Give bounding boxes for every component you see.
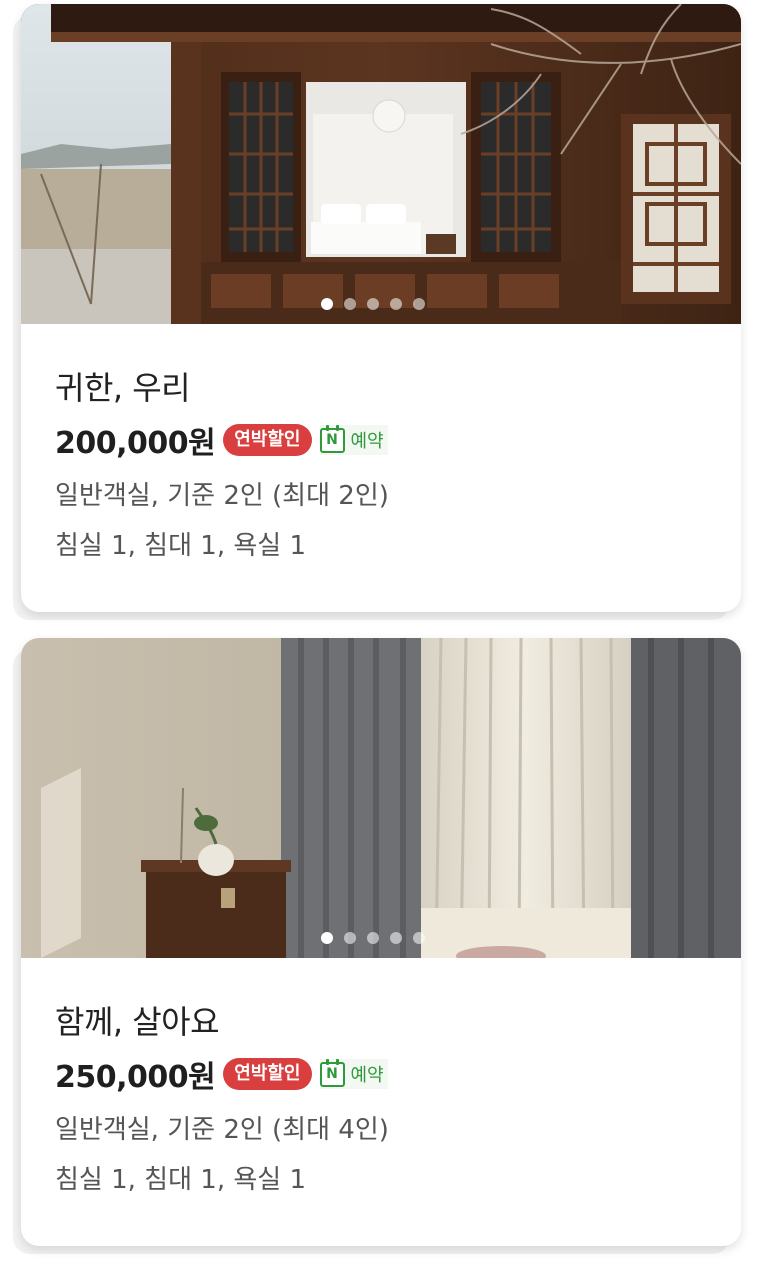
naver-booking-link[interactable]: N 예약 (319, 1058, 388, 1089)
room-spec: 침실 1, 침대 1, 욕실 1 (55, 1165, 306, 1195)
room-photo-carousel[interactable] (21, 4, 741, 324)
room-price: 250,000원 (55, 1060, 216, 1095)
carousel-dot[interactable] (367, 298, 379, 310)
curtain-room-photo (21, 638, 741, 958)
naver-calendar-icon: N (319, 424, 345, 453)
room-spec: 침실 1, 침대 1, 욕실 1 (55, 531, 306, 561)
naver-calendar-icon: N (319, 1058, 345, 1087)
room-name: 함께, 살아요 (55, 1003, 220, 1041)
room-name: 귀한, 우리 (55, 369, 191, 407)
carousel-dot[interactable] (413, 298, 425, 310)
carousel-dot[interactable] (344, 932, 356, 944)
naver-booking-label: 예약 (350, 431, 384, 452)
naver-booking-link[interactable]: N 예약 (319, 424, 388, 455)
room-info: 귀한, 우리 200,000원 연박할인 N 예약 일반객실, 기준 2인 (최… (21, 324, 741, 566)
consecutive-stay-discount-badge: 연박할인 (223, 1058, 312, 1090)
hanok-bedroom-photo (21, 4, 741, 324)
room-list: 귀한, 우리 200,000원 연박할인 N 예약 일반객실, 기준 2인 (최… (0, 0, 774, 1274)
room-card[interactable]: 귀한, 우리 200,000원 연박할인 N 예약 일반객실, 기준 2인 (최… (21, 4, 741, 612)
carousel-dot[interactable] (390, 298, 402, 310)
carousel-dot[interactable] (321, 298, 333, 310)
naver-booking-label: 예약 (350, 1065, 384, 1086)
carousel-dot[interactable] (321, 932, 333, 944)
room-card[interactable]: 함께, 살아요 250,000원 연박할인 N 예약 일반객실, 기준 2인 (… (21, 638, 741, 1246)
carousel-dot[interactable] (390, 932, 402, 944)
carousel-dots (21, 298, 733, 310)
price-row: 250,000원 연박할인 N 예약 (55, 1056, 741, 1095)
consecutive-stay-discount-badge: 연박할인 (223, 424, 312, 456)
room-info: 함께, 살아요 250,000원 연박할인 N 예약 일반객실, 기준 2인 (… (21, 958, 741, 1200)
carousel-dot[interactable] (367, 932, 379, 944)
carousel-dots (21, 932, 733, 944)
carousel-dot[interactable] (344, 298, 356, 310)
price-row: 200,000원 연박할인 N 예약 (55, 422, 741, 461)
room-photo-carousel[interactable] (21, 638, 741, 958)
carousel-dot[interactable] (413, 932, 425, 944)
room-price: 200,000원 (55, 426, 216, 461)
room-type: 일반객실, 기준 2인 (최대 2인) (55, 481, 389, 511)
room-type: 일반객실, 기준 2인 (최대 4인) (55, 1115, 389, 1145)
